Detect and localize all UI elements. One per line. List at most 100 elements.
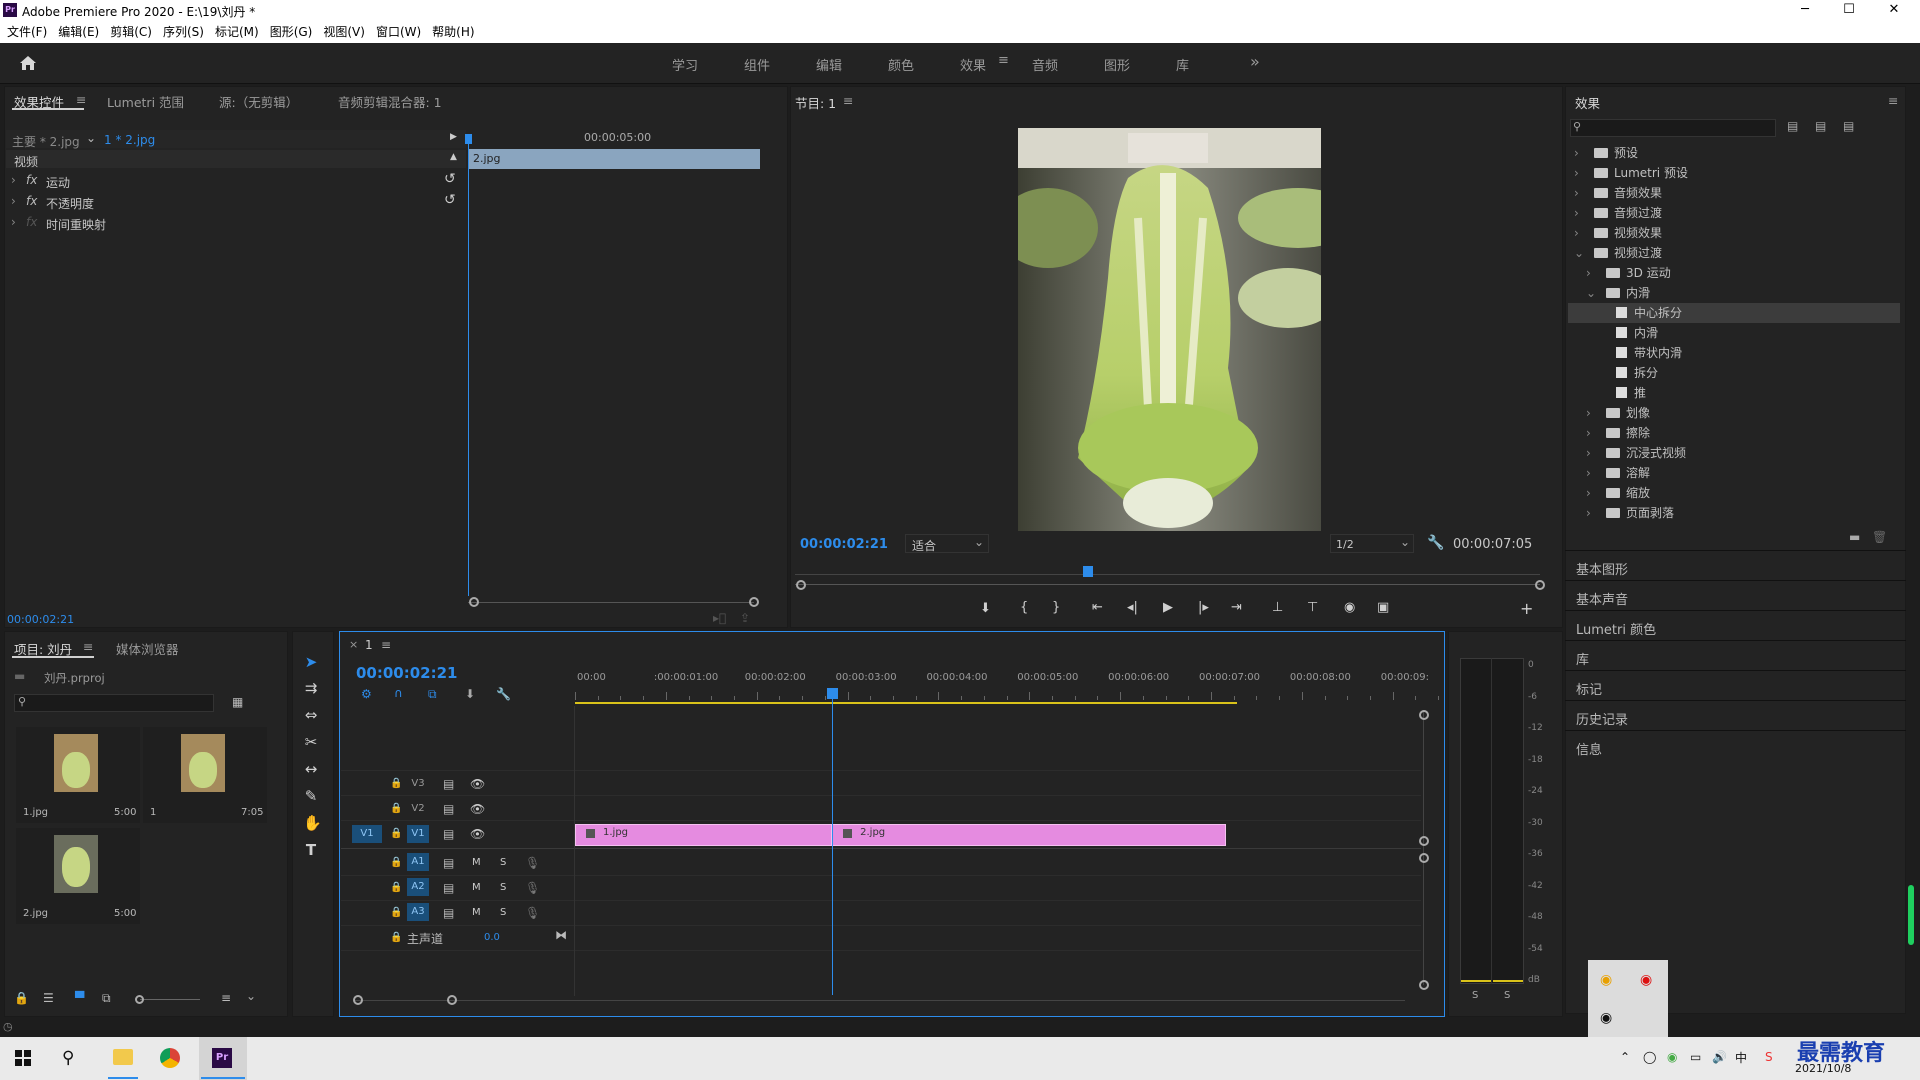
chevron-right-icon[interactable]: › (1586, 263, 1591, 283)
step-forward-icon[interactable]: |▸ (1198, 600, 1209, 615)
track-select-tool-icon[interactable]: ⇉ (303, 680, 319, 696)
prop-opacity[interactable]: 不透明度 (46, 195, 94, 212)
effects-folder[interactable]: › 音频效果 (1568, 183, 1900, 203)
menu-window[interactable]: 窗口(W) (376, 21, 421, 43)
effects-folder[interactable]: ⌄ 视频过渡 (1568, 243, 1900, 263)
chevron-right-icon[interactable]: › (1574, 183, 1579, 203)
menu-help[interactable]: 帮助(H) (432, 21, 474, 43)
hamburger-menu-icon[interactable]: ≡ (381, 638, 391, 652)
master-clip-label[interactable]: 主要 * 2.jpg (12, 133, 80, 150)
menu-markers[interactable]: 标记(M) (215, 21, 259, 43)
snap-magnet-icon[interactable]: ∩ (394, 686, 403, 700)
zoom-slider-handle[interactable] (135, 995, 144, 1004)
eye-icon[interactable]: 👁 (470, 802, 485, 816)
solo-button[interactable]: S (500, 907, 506, 918)
program-timecode[interactable]: 00:00:02:21 (800, 537, 888, 552)
program-ruler[interactable] (795, 574, 1540, 575)
timeline-timecode[interactable]: 00:00:02:21 (356, 664, 458, 682)
more-workspaces-icon[interactable]: » (1250, 52, 1260, 71)
tab-source[interactable]: 源:（无剪辑） (219, 92, 298, 111)
work-area-bar[interactable] (575, 702, 1237, 704)
ec-playhead[interactable] (468, 136, 469, 596)
hamburger-menu-icon[interactable]: ≡ (76, 92, 86, 107)
hamburger-menu-icon[interactable]: ≡ (998, 53, 1009, 68)
section-lumetri-color[interactable]: Lumetri 颜色 (1576, 619, 1656, 638)
timeline-clip[interactable]: 2.jpg (832, 824, 1227, 846)
sync-lock-icon[interactable]: ▤ (443, 802, 454, 816)
menu-file[interactable]: 文件(F) (7, 21, 47, 43)
effects-item[interactable]: 拆分 (1568, 363, 1900, 383)
master-volume-value[interactable]: 0.0 (484, 932, 500, 943)
chevron-down-icon[interactable]: ⌄ (974, 535, 984, 549)
qq-icon[interactable]: ◉ (1600, 1010, 1612, 1026)
effects-folder[interactable]: › 3D 运动 (1568, 263, 1900, 283)
tab-audio-clip-mixer[interactable]: 音频剪辑混合器: 1 (338, 92, 442, 111)
export-frame-icon[interactable]: ▸⃞ (713, 611, 726, 625)
effects-folder[interactable]: › 溶解 (1568, 463, 1900, 483)
mute-button[interactable]: M (472, 857, 481, 868)
sync-lock-icon[interactable]: ▤ (443, 777, 454, 791)
effects-folder[interactable]: › Lumetri 预设 (1568, 163, 1900, 183)
section-markers[interactable]: 标记 (1576, 679, 1602, 698)
go-to-out-icon[interactable]: ⇥ (1231, 600, 1242, 615)
lock-icon[interactable]: 🔒 (390, 778, 402, 789)
track-label-v1[interactable]: V1 (407, 825, 429, 843)
hamburger-menu-icon[interactable]: ≡ (1888, 93, 1898, 108)
search-icon[interactable]: ⚲ (62, 1048, 74, 1068)
compare-icon[interactable]: ▣ (1377, 600, 1389, 615)
play-icon[interactable]: ▶ (450, 132, 457, 142)
tab-media-browser[interactable]: 媒体浏览器 (116, 639, 179, 658)
effects-folder[interactable]: › 页面剥落 (1568, 503, 1900, 523)
razor-tool-icon[interactable]: ✂ (303, 734, 319, 750)
sort-icon[interactable]: ≡ (221, 991, 231, 1005)
section-info[interactable]: 信息 (1576, 739, 1602, 758)
extract-icon[interactable]: ⊤ (1307, 600, 1318, 615)
sync-lock-icon[interactable]: ▤ (443, 881, 454, 895)
lift-icon[interactable]: ⊥ (1272, 600, 1283, 615)
chevron-right-icon[interactable]: › (1574, 223, 1579, 243)
network-icon[interactable]: ▭ (1690, 1050, 1701, 1064)
reset-icon[interactable]: ↺ (444, 192, 456, 208)
sogou-icon[interactable]: S (1765, 1050, 1773, 1064)
section-libraries[interactable]: 库 (1576, 649, 1589, 668)
effects-item[interactable]: 中心拆分 (1568, 303, 1900, 323)
chevron-right-icon[interactable]: › (1574, 203, 1579, 223)
delete-icon[interactable]: 🗑 (1872, 530, 1887, 544)
chevron-down-icon[interactable]: ⌄ (1586, 283, 1596, 303)
effects-item[interactable]: 带状内滑 (1568, 343, 1900, 363)
ws-tab-graphics[interactable]: 图形 (1104, 55, 1130, 74)
file-explorer-icon[interactable] (113, 1049, 133, 1065)
chevron-right-icon[interactable]: › (1586, 483, 1591, 503)
scroll-handle[interactable] (1419, 980, 1429, 990)
zoom-handle-right[interactable] (1535, 580, 1545, 590)
freeform-view-icon[interactable]: ⧉ (102, 991, 111, 1006)
project-search-input[interactable] (14, 694, 214, 712)
solo-button[interactable]: S (500, 857, 506, 868)
source-patch-v1[interactable]: V1 (352, 825, 382, 843)
home-icon[interactable] (19, 55, 37, 71)
scroll-handle[interactable] (1419, 853, 1429, 863)
project-item[interactable]: 1 7:05 (143, 727, 267, 823)
scroll-handle[interactable] (1419, 710, 1429, 720)
effects-folder[interactable]: › 音频过渡 (1568, 203, 1900, 223)
close-tab-icon[interactable]: × (349, 638, 358, 651)
chevron-down-icon[interactable]: ⌄ (1574, 243, 1584, 263)
32bit-effects-icon[interactable]: ▤ (1815, 119, 1826, 133)
chevron-down-icon[interactable]: ⌄ (1400, 535, 1410, 549)
effects-folder[interactable]: ⌄ 内滑 (1568, 283, 1900, 303)
close-button[interactable]: ✕ (1871, 0, 1917, 21)
ripple-edit-tool-icon[interactable]: ⇔ (303, 707, 319, 723)
chevron-right-icon[interactable]: › (1586, 403, 1591, 423)
volume-icon[interactable]: 🔊 (1712, 1050, 1727, 1064)
chevron-right-icon[interactable]: › (1586, 443, 1591, 463)
notification-icon[interactable]: ◯ (1643, 1050, 1656, 1064)
lock-icon[interactable]: 🔒 (14, 991, 29, 1005)
nest-icon[interactable]: ⚙ (361, 687, 372, 701)
effects-folder[interactable]: › 划像 (1568, 403, 1900, 423)
step-back-icon[interactable]: ◂| (1127, 600, 1138, 615)
track-label-v2[interactable]: V2 (407, 800, 429, 818)
linked-selection-icon[interactable]: ⧉ (428, 687, 437, 702)
ws-tab-learn[interactable]: 学习 (672, 55, 698, 74)
lock-icon[interactable]: 🔒 (390, 803, 402, 814)
effects-folder[interactable]: › 擦除 (1568, 423, 1900, 443)
